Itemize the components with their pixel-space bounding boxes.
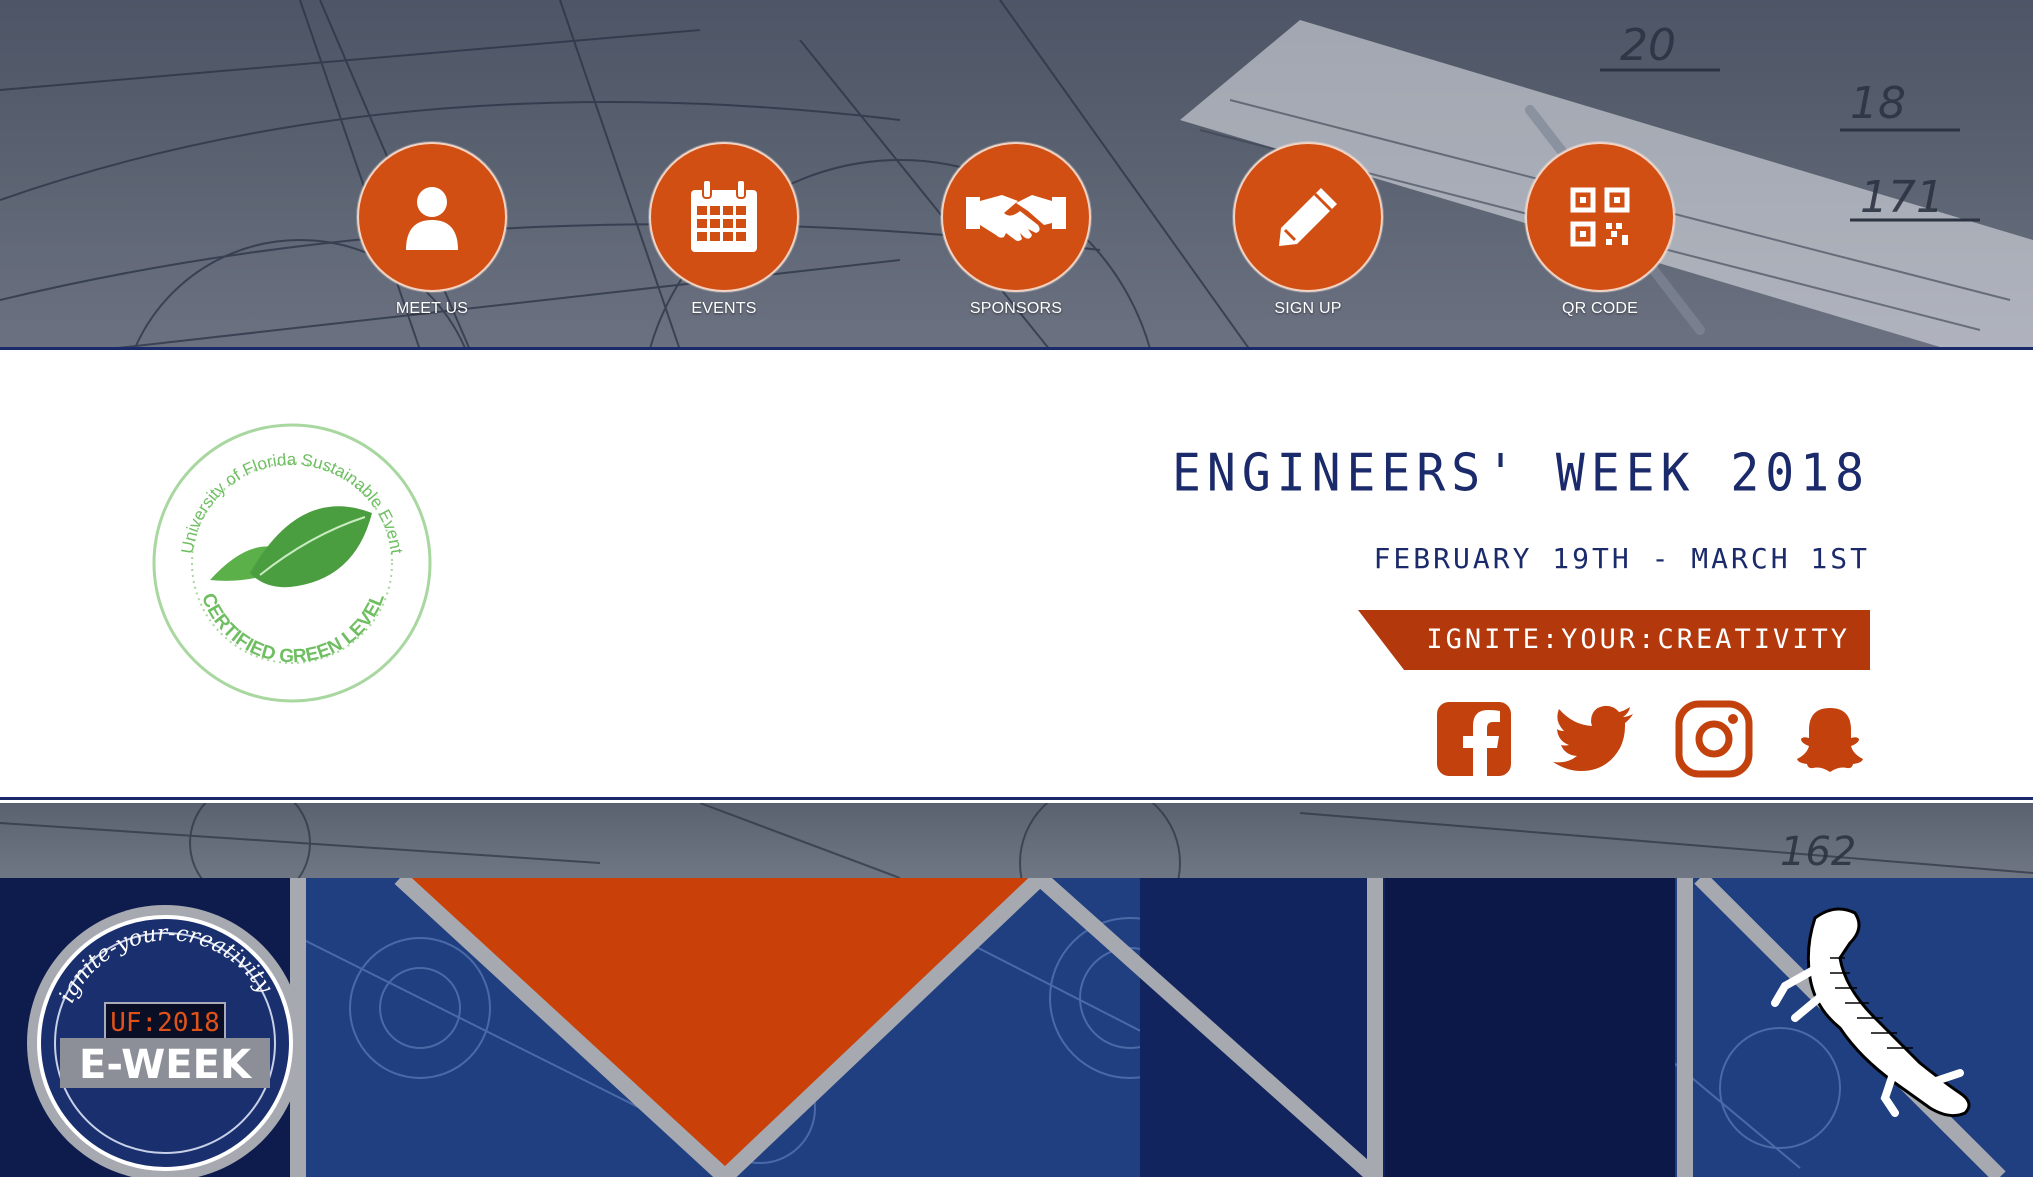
nav-circle[interactable] bbox=[649, 142, 799, 292]
nav-label: MEET US bbox=[395, 300, 469, 317]
slogan-banner: IGNITE:YOUR:CREATIVITY bbox=[1358, 610, 1870, 670]
sustainable-event-seal: University of Florida Sustainable Event … bbox=[152, 423, 432, 703]
blueprint-strip-art: 162 bbox=[0, 803, 2033, 878]
event-title: ENGINEERS' WEEK 2018 bbox=[1172, 442, 1870, 504]
instagram-icon[interactable] bbox=[1675, 700, 1753, 778]
svg-text:171: 171 bbox=[1860, 172, 1944, 223]
badge-title: E-WEEK bbox=[79, 1042, 253, 1088]
svg-text:18: 18 bbox=[1850, 78, 1906, 129]
gator-mascot bbox=[1771, 907, 1971, 1118]
qr-code-icon bbox=[1570, 187, 1630, 247]
nav-circle[interactable] bbox=[941, 142, 1091, 292]
calendar-icon bbox=[691, 180, 757, 252]
twitter-icon[interactable] bbox=[1553, 700, 1635, 778]
event-dates: FEBRUARY 19TH - MARCH 1ST bbox=[1373, 542, 1870, 575]
nav-label: QR CODE bbox=[1561, 300, 1639, 317]
slogan-text: IGNITE:YOUR:CREATIVITY bbox=[1426, 624, 1850, 655]
user-icon bbox=[406, 187, 458, 250]
nav-label: SPONSORS bbox=[969, 300, 1063, 317]
page: 20 18 171 MEET US EVENTS SPONSORS SIGN U… bbox=[0, 0, 2033, 1177]
pencil-icon bbox=[1279, 188, 1337, 246]
blueprint-strip: 162 bbox=[0, 803, 2033, 878]
nav-label: SIGN UP bbox=[1274, 300, 1342, 317]
svg-text:162: 162 bbox=[1780, 829, 1856, 875]
nav-circle[interactable] bbox=[1525, 142, 1675, 292]
nav-qr-code[interactable]: QR CODE bbox=[1520, 142, 1680, 332]
nav-label: EVENTS bbox=[691, 300, 757, 317]
nav-events[interactable]: EVENTS bbox=[644, 142, 804, 332]
nav-circle[interactable] bbox=[357, 142, 507, 292]
nav-sign-up[interactable]: SIGN UP bbox=[1228, 142, 1388, 332]
nav-sponsors[interactable]: SPONSORS bbox=[936, 142, 1096, 332]
info-section: University of Florida Sustainable Event … bbox=[0, 350, 2033, 800]
nav-meet-us[interactable]: MEET US bbox=[352, 142, 512, 332]
badge-display: UF:2018 bbox=[110, 1008, 220, 1038]
svg-text:20: 20 bbox=[1620, 20, 1676, 71]
facebook-icon[interactable] bbox=[1435, 700, 1513, 778]
snapchat-icon[interactable] bbox=[1795, 700, 1865, 778]
nav-circle[interactable] bbox=[1233, 142, 1383, 292]
eweek-banner: ignite-your-creativity UF:2018 E-WEEK bbox=[0, 878, 2033, 1177]
handshake-icon bbox=[966, 195, 1066, 241]
hero-header: 20 18 171 MEET US EVENTS SPONSORS SIGN U… bbox=[0, 0, 2033, 350]
eweek-badge-logo: ignite-your-creativity UF:2018 E-WEEK bbox=[27, 905, 303, 1177]
